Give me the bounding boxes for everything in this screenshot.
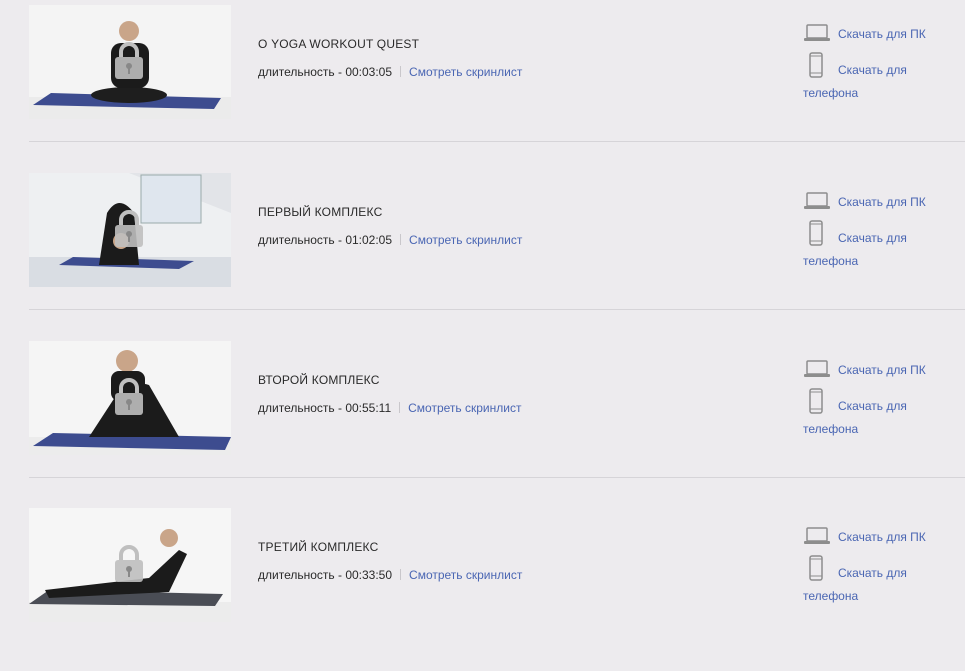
row-divider <box>29 477 965 478</box>
laptop-icon <box>804 527 830 544</box>
download-pc-button[interactable]: Скачать для ПК <box>804 360 964 380</box>
divider <box>400 569 402 580</box>
duration-label: длительность - <box>258 65 346 79</box>
video-title: ПЕРВЫЙ КОМПЛЕКС <box>258 205 383 219</box>
download-phone-button[interactable]: Скачать для телефона <box>803 220 963 270</box>
laptop-icon <box>804 24 830 41</box>
row-divider <box>29 309 965 310</box>
video-meta: длительность - 00:55:11 Смотреть скринлис… <box>258 401 521 415</box>
video-meta: длительность - 00:03:05 Смотреть скринлис… <box>258 65 522 79</box>
video-title: О YOGA WORKOUT QUEST <box>258 37 420 51</box>
download-pc-button[interactable]: Скачать для ПК <box>804 24 964 44</box>
video-row: ТРЕТИЙ КОМПЛЕКС длительность - 00:33:50 С… <box>0 503 965 671</box>
video-thumbnail[interactable] <box>29 173 231 287</box>
duration-value: 00:55:11 <box>345 401 392 415</box>
video-title: ТРЕТИЙ КОМПЛЕКС <box>258 540 379 554</box>
video-thumbnail[interactable] <box>29 341 231 455</box>
video-row: ВТОРОЙ КОМПЛЕКС длительность - 00:55:11 С… <box>0 336 965 504</box>
laptop-icon <box>804 360 830 377</box>
duration-value: 00:33:50 <box>345 568 393 582</box>
laptop-icon <box>804 192 830 209</box>
download-phone-label-2[interactable]: телефона <box>803 254 858 268</box>
download-pc-button[interactable]: Скачать для ПК <box>804 192 964 212</box>
video-row: ПЕРВЫЙ КОМПЛЕКС длительность - 01:02:05 С… <box>0 168 965 336</box>
video-row: О YOGA WORKOUT QUEST длительность - 00:0… <box>0 0 965 168</box>
lock-icon <box>115 545 143 582</box>
phone-icon <box>809 220 823 246</box>
video-thumbnail[interactable] <box>29 508 231 622</box>
phone-icon <box>809 388 823 414</box>
download-phone-button[interactable]: Скачать для телефона <box>803 52 963 102</box>
download-phone-button[interactable]: Скачать для телефона <box>803 388 963 438</box>
video-title: ВТОРОЙ КОМПЛЕКС <box>258 373 380 387</box>
divider <box>400 234 402 245</box>
download-phone-label-2[interactable]: телефона <box>803 422 858 436</box>
row-divider <box>29 141 965 142</box>
lock-icon <box>115 210 143 247</box>
phone-icon <box>809 52 823 78</box>
video-meta: длительность - 00:33:50 Смотреть скринлис… <box>258 568 522 582</box>
divider <box>400 66 402 77</box>
duration-label: длительность - <box>258 401 346 415</box>
download-phone-button[interactable]: Скачать для телефона <box>803 555 963 605</box>
download-pc-label[interactable]: Скачать для ПК <box>838 27 926 41</box>
download-pc-label[interactable]: Скачать для ПК <box>838 195 926 209</box>
download-phone-label[interactable]: Скачать для <box>838 63 907 77</box>
divider <box>399 402 401 413</box>
download-pc-label[interactable]: Скачать для ПК <box>838 530 926 544</box>
phone-icon <box>809 555 823 581</box>
download-pc-button[interactable]: Скачать для ПК <box>804 527 964 547</box>
screenlist-link[interactable]: Смотреть скринлист <box>408 401 521 415</box>
duration-value: 00:03:05 <box>345 65 393 79</box>
video-thumbnail[interactable] <box>29 5 231 119</box>
download-phone-label-2[interactable]: телефона <box>803 86 858 100</box>
download-phone-label-2[interactable]: телефона <box>803 589 858 603</box>
download-phone-label[interactable]: Скачать для <box>838 399 907 413</box>
duration-value: 01:02:05 <box>345 233 393 247</box>
duration-label: длительность - <box>258 233 346 247</box>
duration-label: длительность - <box>258 568 346 582</box>
download-phone-label[interactable]: Скачать для <box>838 566 907 580</box>
screenlist-link[interactable]: Смотреть скринлист <box>409 65 522 79</box>
screenlist-link[interactable]: Смотреть скринлист <box>409 568 522 582</box>
download-pc-label[interactable]: Скачать для ПК <box>838 363 926 377</box>
lock-icon <box>115 42 143 79</box>
video-meta: длительность - 01:02:05 Смотреть скринлис… <box>258 233 522 247</box>
screenlist-link[interactable]: Смотреть скринлист <box>409 233 522 247</box>
download-phone-label[interactable]: Скачать для <box>838 231 907 245</box>
lock-icon <box>115 378 143 415</box>
